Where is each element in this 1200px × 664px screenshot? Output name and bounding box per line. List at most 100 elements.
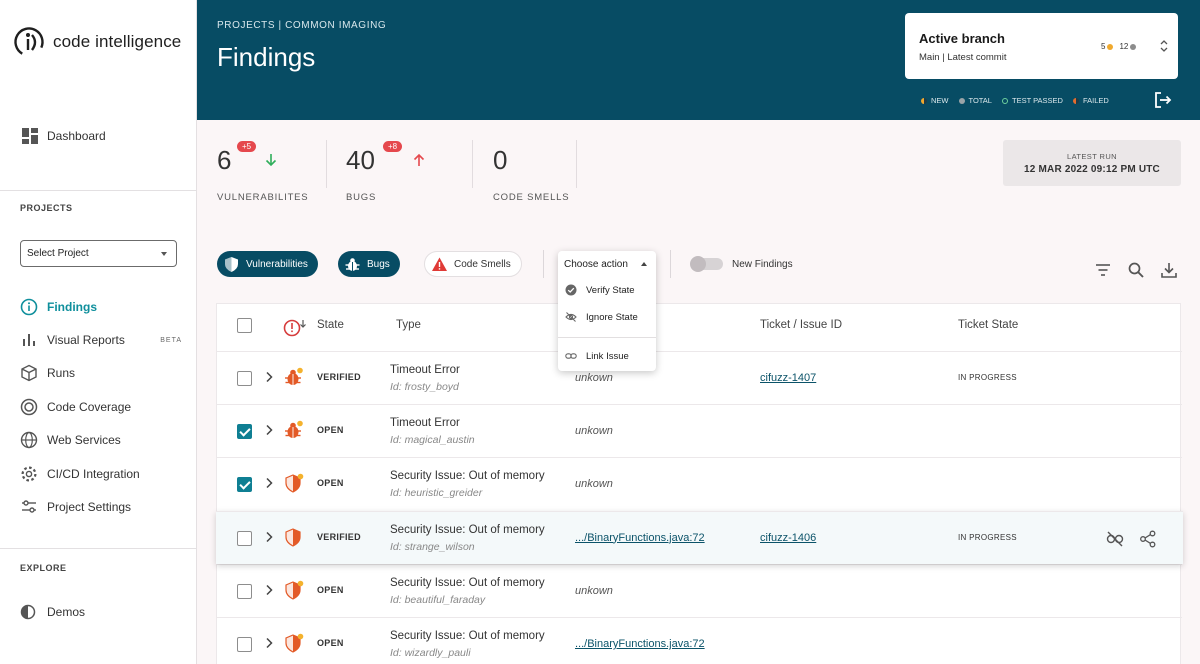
- search-icon[interactable]: [1127, 261, 1145, 279]
- logout-icon[interactable]: [1154, 91, 1172, 109]
- row-checkbox[interactable]: [237, 477, 252, 493]
- half-circle-icon: [20, 604, 36, 620]
- chevron-right-icon[interactable]: [264, 477, 274, 489]
- filter-icon[interactable]: [1094, 261, 1112, 279]
- menu-item-ignore-state[interactable]: Ignore State: [565, 311, 638, 323]
- table-row[interactable]: OPEN Security Issue: Out of memory Id: b…: [217, 563, 1182, 617]
- chevron-updown-icon[interactable]: [1159, 38, 1169, 54]
- row-checkbox[interactable]: [237, 583, 252, 599]
- table-row[interactable]: OPEN Security Issue: Out of memory Id: h…: [217, 457, 1182, 510]
- chevron-right-icon[interactable]: [264, 637, 274, 649]
- filter-code-smells-chip[interactable]: Code Smells: [424, 251, 522, 277]
- passed-dot-icon: [1001, 97, 1008, 104]
- sidebar-item-demos[interactable]: Demos: [20, 604, 85, 620]
- row-state: OPEN: [317, 638, 344, 648]
- warning-triangle-icon: [432, 257, 447, 271]
- column-header-state[interactable]: State: [317, 319, 344, 331]
- row-ticket-state: IN PROGRESS: [958, 373, 1017, 382]
- stat-label: CODE SMELLS: [493, 192, 570, 203]
- page-header: PROJECTS | COMMON IMAGING Findings Activ…: [197, 0, 1200, 120]
- divider: [558, 337, 656, 338]
- unlink-icon[interactable]: [1106, 530, 1124, 548]
- row-type: Timeout Error: [390, 417, 460, 430]
- chevron-right-icon[interactable]: [264, 584, 274, 596]
- share-icon[interactable]: [1139, 530, 1157, 548]
- toggle-knob: [690, 256, 706, 272]
- new-findings-label: New Findings: [732, 259, 793, 270]
- sidebar-item-findings[interactable]: Findings: [20, 290, 190, 323]
- table-row[interactable]: OPEN Security Issue: Out of memory Id: w…: [217, 617, 1182, 664]
- branch-counts: 5 12: [1101, 42, 1142, 51]
- choose-action-dropdown[interactable]: Choose action Verify State Ignore State …: [558, 251, 656, 371]
- sidebar-item-code-coverage[interactable]: Code Coverage: [20, 390, 190, 423]
- table-row[interactable]: OPEN Timeout Error Id: magical_austin un…: [217, 404, 1182, 457]
- select-all-checkbox[interactable]: [237, 318, 252, 333]
- row-state: OPEN: [317, 478, 344, 489]
- sidebar-item-visual-reports[interactable]: Visual Reports BETA: [20, 323, 190, 356]
- caret-down-icon: [161, 252, 167, 256]
- table-row[interactable]: VERIFIED Security Issue: Out of memory I…: [216, 510, 1183, 564]
- explore-section-label: EXPLORE: [20, 563, 67, 573]
- sidebar-item-label: Code Coverage: [47, 399, 132, 414]
- chevron-right-icon[interactable]: [264, 424, 274, 436]
- sidebar-item-label: Findings: [47, 299, 97, 314]
- download-icon[interactable]: [1160, 261, 1178, 279]
- menu-item-verify-state[interactable]: Verify State: [565, 284, 635, 296]
- branch-subtitle: Main | Latest commit: [919, 52, 1007, 63]
- info-circle-icon: [20, 298, 38, 315]
- row-checkbox[interactable]: [237, 637, 252, 652]
- shield-icon: [225, 256, 238, 272]
- stat-value: 6: [217, 145, 232, 175]
- logo[interactable]: code intelligence: [13, 26, 181, 58]
- project-select[interactable]: Select Project: [20, 240, 177, 267]
- new-findings-toggle[interactable]: [690, 256, 723, 272]
- row-type: Security Issue: Out of memory: [390, 630, 545, 642]
- row-checkbox[interactable]: [237, 530, 252, 546]
- row-location: unkown: [575, 584, 613, 597]
- sidebar-item-dashboard[interactable]: Dashboard: [22, 128, 106, 144]
- findings-table: State Type Ticket / Issue ID Ticket Stat…: [216, 303, 1183, 664]
- column-header-type[interactable]: Type: [396, 319, 421, 331]
- logo-icon: [14, 27, 44, 57]
- sidebar-item-project-settings[interactable]: Project Settings: [20, 490, 190, 523]
- failed-dot-icon: [1072, 97, 1079, 104]
- total-dot-icon: [1130, 43, 1137, 50]
- bug-finding-icon: [285, 367, 303, 385]
- column-header-ticket-state[interactable]: Ticket State: [958, 319, 1018, 331]
- row-id: Id: beautiful_faraday: [390, 593, 486, 606]
- table-row[interactable]: VERIFIED Timeout Error Id: frosty_boyd u…: [217, 351, 1182, 404]
- sidebar-item-runs[interactable]: Runs: [20, 357, 190, 390]
- row-id: Id: strange_wilson: [390, 540, 475, 553]
- stat-bugs: 40 +8 BUGS: [346, 141, 425, 203]
- row-location-link[interactable]: .../BinaryFunctions.java:72: [575, 532, 705, 544]
- row-id: Id: heuristic_greider: [390, 487, 483, 500]
- brand-name: code intelligence: [53, 32, 182, 51]
- dashboard-icon: [22, 128, 38, 144]
- row-location: unkown: [575, 478, 613, 491]
- active-branch-card[interactable]: Active branch Main | Latest commit 5 12: [905, 13, 1178, 79]
- row-location: unkown: [575, 425, 613, 438]
- row-state: VERIFIED: [317, 531, 361, 542]
- status-legend: NEW TOTAL TEST PASSED FAILED: [921, 96, 1119, 105]
- breadcrumb[interactable]: PROJECTS | COMMON IMAGING: [217, 20, 386, 31]
- row-location-link[interactable]: .../BinaryFunctions.java:72: [575, 638, 705, 650]
- divider: [543, 250, 544, 278]
- filter-vulnerabilities-chip[interactable]: Vulnerabilities: [217, 251, 318, 277]
- alert-sort-icon[interactable]: [283, 318, 307, 338]
- row-ticket-link[interactable]: cifuzz-1407: [760, 372, 816, 384]
- row-checkbox[interactable]: [237, 424, 252, 440]
- column-header-ticket[interactable]: Ticket / Issue ID: [760, 319, 842, 331]
- chevron-right-icon[interactable]: [264, 531, 274, 543]
- row-ticket-link[interactable]: cifuzz-1406: [760, 532, 816, 544]
- chevron-right-icon[interactable]: [264, 371, 274, 383]
- legend-total: TOTAL: [958, 96, 992, 105]
- menu-item-link-issue[interactable]: Link Issue: [565, 350, 629, 362]
- filter-bugs-chip[interactable]: Bugs: [338, 251, 400, 277]
- row-state: VERIFIED: [317, 372, 361, 382]
- row-checkbox[interactable]: [237, 371, 252, 386]
- sidebar-item-label: Dashboard: [47, 129, 106, 143]
- sidebar-item-cicd-integration[interactable]: CI/CD Integration: [20, 457, 190, 490]
- latest-run-box: LATEST RUN 12 MAR 2022 09:12 PM UTC: [1003, 140, 1181, 186]
- delta-badge: +8: [383, 141, 403, 152]
- sidebar-item-web-services[interactable]: Web Services: [20, 424, 190, 457]
